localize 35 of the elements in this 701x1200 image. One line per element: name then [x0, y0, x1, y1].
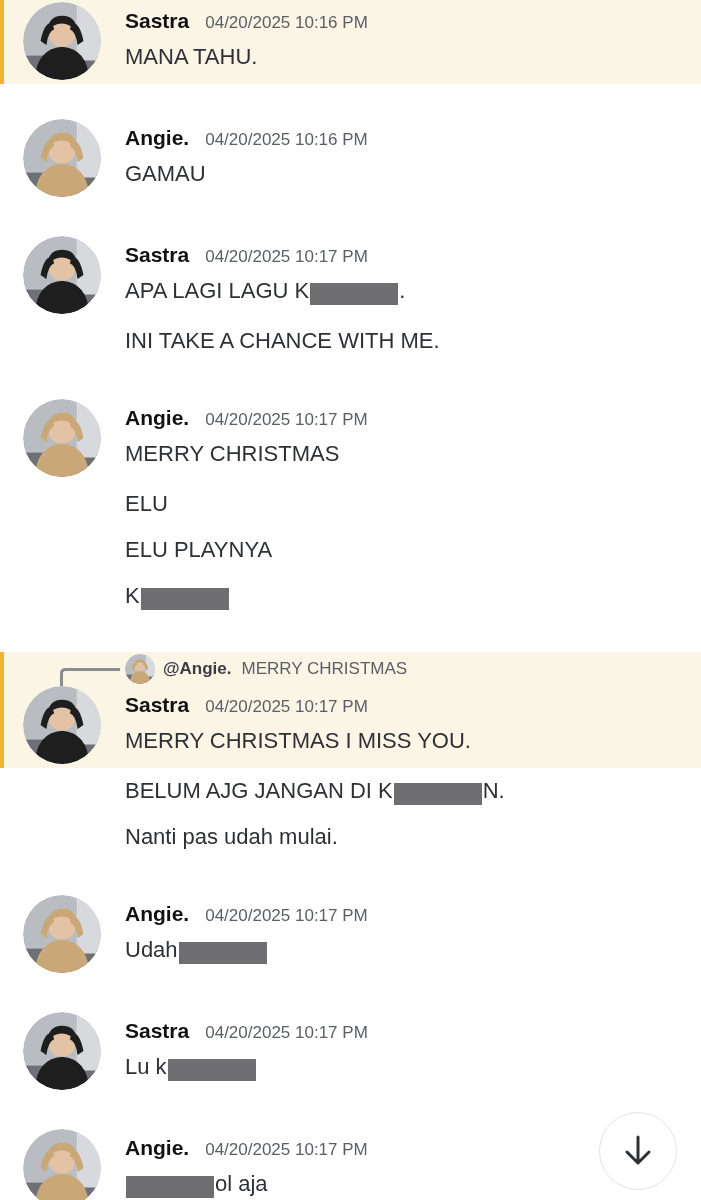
- timestamp: 04/20/2025 10:16 PM: [205, 129, 368, 151]
- message-text: INI TAKE A CHANCE WITH ME.: [125, 327, 440, 355]
- message-text: APA LAGI LAGU K: [125, 277, 310, 305]
- reply-preview-text: MERRY CHRISTMAS: [241, 659, 408, 679]
- author-name[interactable]: Sastra: [125, 686, 190, 724]
- timestamp: 04/20/2025 10:17 PM: [205, 1139, 368, 1161]
- message-text: ELU: [125, 490, 168, 518]
- message-text: ol aja: [215, 1170, 268, 1198]
- timestamp: 04/20/2025 10:16 PM: [205, 12, 368, 34]
- message-text: Lu k: [125, 1053, 167, 1081]
- timestamp: 04/20/2025 10:17 PM: [205, 1022, 368, 1044]
- author-name[interactable]: Angie.: [125, 399, 190, 437]
- message-text: MERRY CHRISTMAS: [125, 440, 340, 468]
- author-name[interactable]: Sastra: [125, 2, 190, 40]
- message-text: K: [125, 582, 140, 610]
- timestamp: 04/20/2025 10:17 PM: [205, 409, 368, 431]
- reply-mention[interactable]: @Angie.: [163, 659, 232, 679]
- author-name[interactable]: Angie.: [125, 895, 190, 933]
- message-text: MERRY CHRISTMAS I MISS YOU.: [125, 727, 471, 755]
- timestamp: 04/20/2025 10:17 PM: [205, 246, 368, 268]
- message-text: Udah: [125, 936, 178, 964]
- reply-connector: [60, 668, 120, 686]
- message-text: BELUM AJG JANGAN DI K: [125, 777, 393, 805]
- author-name[interactable]: Sastra: [125, 236, 190, 274]
- message-text: GAMAU: [125, 160, 206, 188]
- author-name[interactable]: Angie.: [125, 1129, 190, 1167]
- message-text: ELU PLAYNYA: [125, 536, 273, 564]
- author-name[interactable]: Angie.: [125, 119, 190, 157]
- author-name[interactable]: Sastra: [125, 1012, 190, 1050]
- timestamp: 04/20/2025 10:17 PM: [205, 905, 368, 927]
- message-text: N.: [482, 777, 505, 805]
- timestamp: 04/20/2025 10:17 PM: [205, 696, 368, 718]
- message-text: Nanti pas udah mulai.: [125, 823, 338, 851]
- message-text: MANA TAHU.: [125, 43, 258, 71]
- message-text: .: [399, 277, 406, 305]
